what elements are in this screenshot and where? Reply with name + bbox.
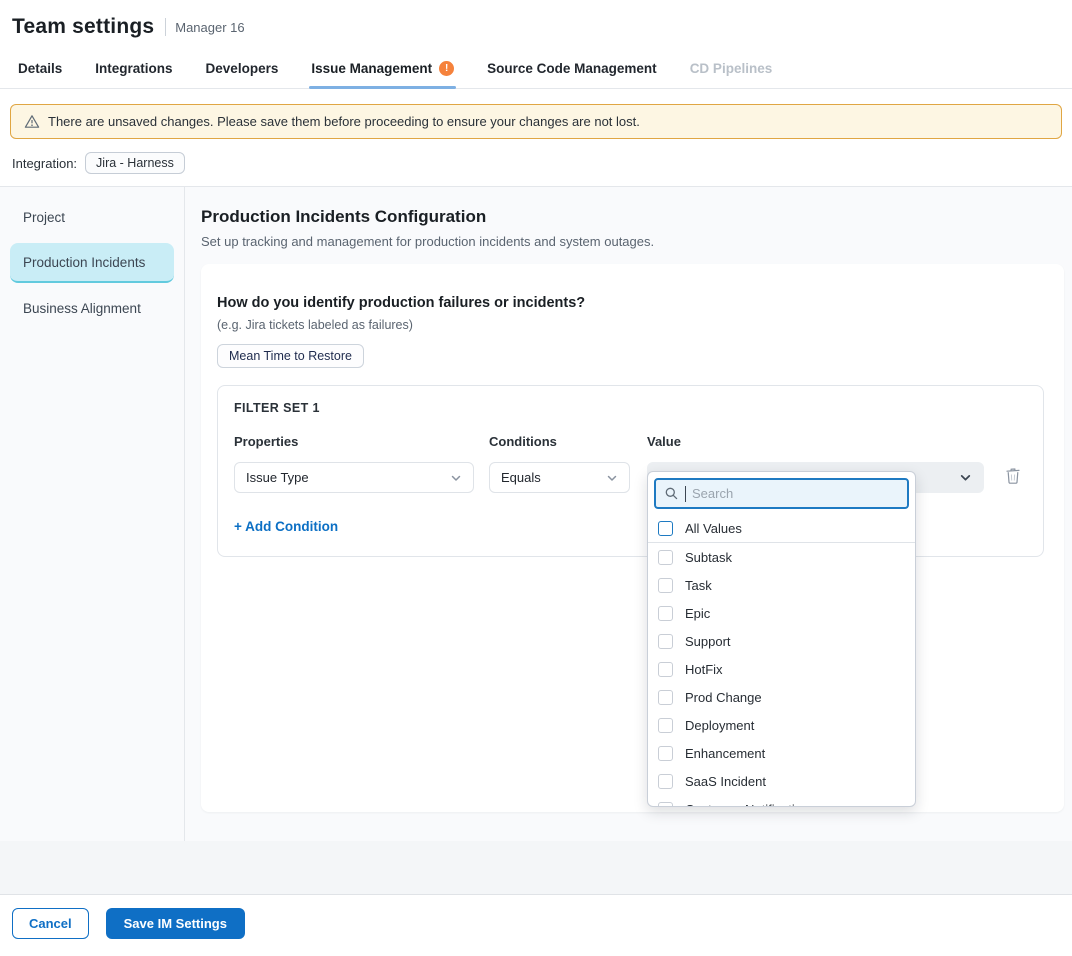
page-title: Team settings <box>12 15 154 39</box>
tab-issue-management[interactable]: Issue Management ! <box>309 51 456 88</box>
cancel-button[interactable]: Cancel <box>12 908 89 939</box>
sidebar-item-business-alignment[interactable]: Business Alignment <box>10 292 174 325</box>
option-label: Enhancement <box>685 746 765 761</box>
content-area: Project Production Incidents Business Al… <box>0 186 1072 841</box>
unsaved-changes-banner: There are unsaved changes. Please save t… <box>10 104 1062 139</box>
checkbox-icon[interactable] <box>658 521 673 536</box>
sidebar-item-production-incidents[interactable]: Production Incidents <box>10 243 174 283</box>
chevron-down-icon <box>450 472 462 484</box>
option-hotfix[interactable]: HotFix <box>648 655 915 683</box>
section-title: Production Incidents Configuration <box>201 207 1064 227</box>
conditions-column-label: Conditions <box>489 434 630 449</box>
filter-set-title: FILTER SET 1 <box>234 401 1027 415</box>
option-prod-change[interactable]: Prod Change <box>648 683 915 711</box>
checkbox-icon[interactable] <box>658 578 673 593</box>
question-heading: How do you identify production failures … <box>217 295 1044 311</box>
option-label: Support <box>685 634 731 649</box>
condition-select-value: Equals <box>501 470 541 485</box>
option-customer-notification[interactable]: Customer Notification <box>648 795 915 807</box>
settings-sidebar: Project Production Incidents Business Al… <box>0 187 185 841</box>
checkbox-icon[interactable] <box>658 746 673 761</box>
checkbox-icon[interactable] <box>658 774 673 789</box>
checkbox-icon[interactable] <box>658 802 673 808</box>
filter-row: Properties Issue Type Conditions Equals <box>234 434 1027 493</box>
tab-issue-management-label: Issue Management <box>311 61 432 76</box>
save-im-settings-button[interactable]: Save IM Settings <box>106 908 245 939</box>
tab-bar: Details Integrations Developers Issue Ma… <box>0 51 1072 89</box>
section-subtitle: Set up tracking and management for produ… <box>201 234 1064 249</box>
option-all-values[interactable]: All Values <box>648 514 915 543</box>
option-label: Task <box>685 578 712 593</box>
tab-cd-pipelines: CD Pipelines <box>688 51 775 88</box>
configuration-card: How do you identify production failures … <box>201 264 1064 812</box>
team-name-label: Manager 16 <box>175 20 244 35</box>
option-label: Customer Notification <box>685 802 809 808</box>
option-label: Epic <box>685 606 710 621</box>
checkbox-icon[interactable] <box>658 606 673 621</box>
chevron-down-icon <box>606 472 618 484</box>
option-subtask[interactable]: Subtask <box>648 543 915 571</box>
banner-message: There are unsaved changes. Please save t… <box>48 114 640 129</box>
option-support[interactable]: Support <box>648 627 915 655</box>
option-epic[interactable]: Epic <box>648 599 915 627</box>
search-placeholder: Search <box>692 486 733 501</box>
bottom-spacer <box>0 841 1072 894</box>
checkbox-icon[interactable] <box>658 718 673 733</box>
option-label: Deployment <box>685 718 754 733</box>
option-label: Subtask <box>685 550 732 565</box>
chevron-down-icon <box>959 471 972 484</box>
checkbox-icon[interactable] <box>658 634 673 649</box>
alert-badge-icon: ! <box>439 61 454 76</box>
tab-developers[interactable]: Developers <box>204 51 281 88</box>
page-header: Team settings Manager 16 <box>0 0 1072 51</box>
search-icon <box>664 486 679 501</box>
main-panel: Production Incidents Configuration Set u… <box>185 187 1072 841</box>
condition-select[interactable]: Equals <box>489 462 630 493</box>
checkbox-icon[interactable] <box>658 690 673 705</box>
tab-source-code-management[interactable]: Source Code Management <box>485 51 659 88</box>
footer-bar: Cancel Save IM Settings <box>0 894 1072 952</box>
integration-chip[interactable]: Jira - Harness <box>85 152 185 174</box>
value-column-label: Value <box>647 434 984 449</box>
option-saas-incident[interactable]: SaaS Incident <box>648 767 915 795</box>
warning-triangle-icon <box>24 114 40 129</box>
text-caret <box>685 486 686 502</box>
search-input[interactable]: Search <box>654 478 909 509</box>
property-select[interactable]: Issue Type <box>234 462 474 493</box>
title-divider <box>165 18 166 36</box>
integration-label: Integration: <box>12 156 77 171</box>
add-condition-button[interactable]: + Add Condition <box>234 519 338 534</box>
checkbox-icon[interactable] <box>658 550 673 565</box>
question-hint: (e.g. Jira tickets labeled as failures) <box>217 318 1044 332</box>
option-label: HotFix <box>685 662 723 677</box>
option-label: All Values <box>685 521 742 536</box>
filter-set-box: FILTER SET 1 Properties Issue Type Condi… <box>217 385 1044 557</box>
option-enhancement[interactable]: Enhancement <box>648 739 915 767</box>
properties-column-label: Properties <box>234 434 474 449</box>
property-select-value: Issue Type <box>246 470 309 485</box>
option-label: SaaS Incident <box>685 774 766 789</box>
value-dropdown-popup: Search All Values Subtask <box>647 471 916 807</box>
checkbox-icon[interactable] <box>658 662 673 677</box>
option-deployment[interactable]: Deployment <box>648 711 915 739</box>
search-wrap: Search <box>648 472 915 514</box>
sidebar-item-project[interactable]: Project <box>10 201 174 234</box>
metric-chip[interactable]: Mean Time to Restore <box>217 344 364 368</box>
tab-integrations[interactable]: Integrations <box>93 51 174 88</box>
tab-details[interactable]: Details <box>16 51 64 88</box>
integration-row: Integration: Jira - Harness <box>12 152 1060 174</box>
delete-condition-button[interactable] <box>1005 467 1021 487</box>
option-task[interactable]: Task <box>648 571 915 599</box>
option-label: Prod Change <box>685 690 762 705</box>
